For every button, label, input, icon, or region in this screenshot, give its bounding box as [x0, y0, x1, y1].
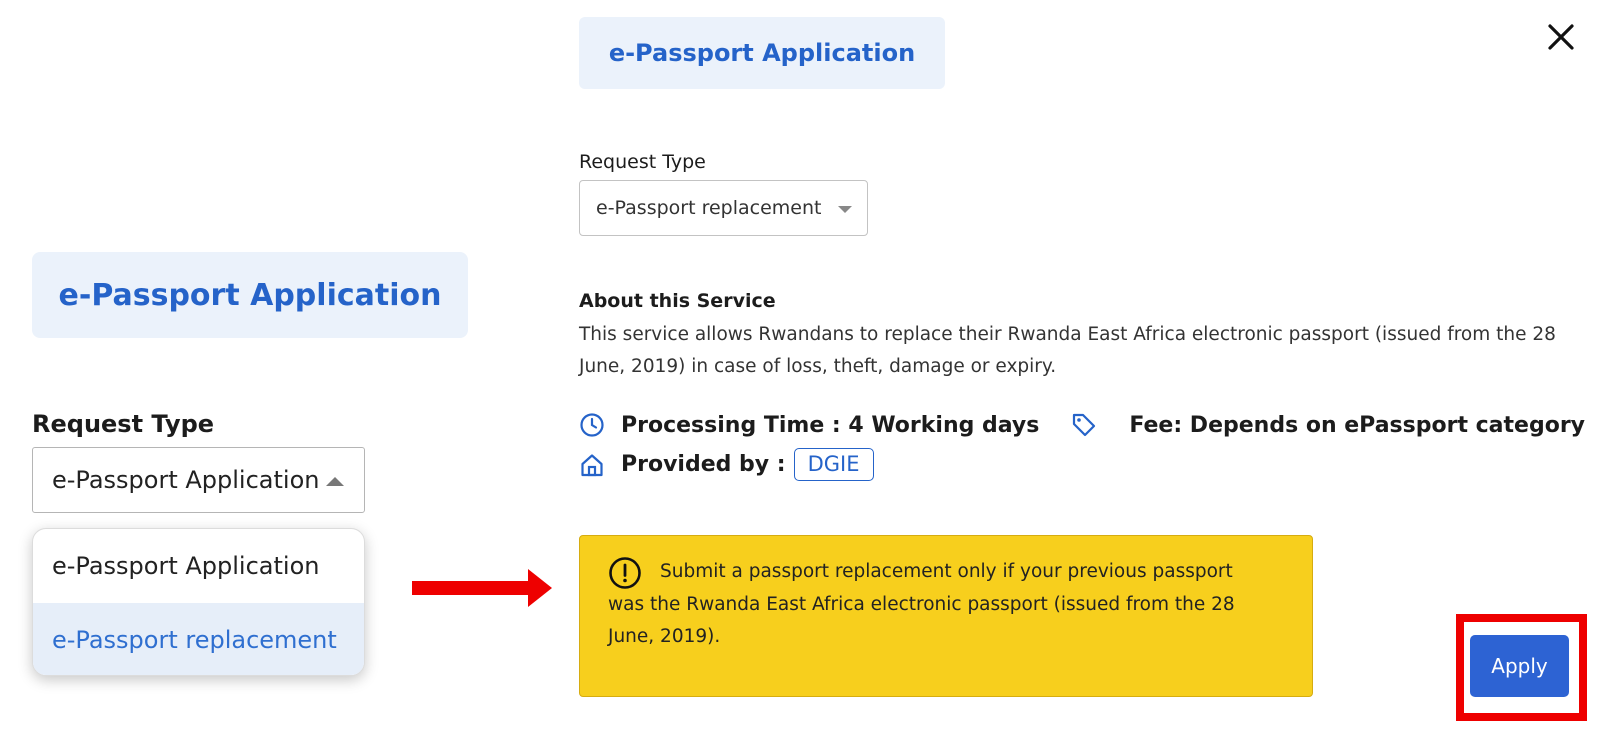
dropdown-option-application[interactable]: e-Passport Application [33, 529, 364, 603]
provider-badge[interactable]: DGIE [793, 448, 874, 481]
top-title-box[interactable]: e-Passport Application [579, 17, 945, 89]
chevron-down-icon [838, 206, 852, 213]
processing-row: Processing Time : 4 Working days Fee: De… [579, 412, 1585, 438]
fee-text: Fee: Depends on ePassport category [1129, 412, 1586, 438]
about-heading: About this Service [579, 290, 776, 312]
caret-up-icon [326, 477, 344, 486]
provider-row: Provided by : DGIE [579, 448, 874, 481]
clock-icon [579, 412, 605, 438]
apply-button[interactable]: Apply [1470, 635, 1569, 697]
home-icon [579, 452, 605, 478]
left-title-box: e-Passport Application [32, 252, 468, 338]
warning-alert: Submit a passport replacement only if yo… [579, 535, 1313, 697]
close-icon[interactable] [1546, 22, 1576, 52]
alert-message: Submit a passport replacement only if yo… [608, 561, 1235, 647]
processing-time: Processing Time : 4 Working days [621, 412, 1040, 438]
tag-icon [1071, 412, 1097, 438]
left-request-type-label: Request Type [32, 410, 215, 438]
about-text: This service allows Rwandans to replace … [579, 324, 1556, 377]
request-type-value: e-Passport replacement [596, 197, 822, 219]
request-type-label: Request Type [579, 151, 706, 173]
left-select-value: e-Passport Application [52, 466, 320, 494]
page-title: e-Passport Application [608, 39, 916, 67]
left-title: e-Passport Application [58, 277, 442, 313]
provided-by-label: Provided by : [621, 452, 786, 477]
request-type-select[interactable]: e-Passport replacement [579, 180, 868, 236]
arrow-right-icon [412, 569, 552, 607]
dropdown-option-replacement[interactable]: e-Passport replacement [33, 603, 364, 675]
left-request-type-select[interactable]: e-Passport Application [32, 447, 365, 513]
request-type-dropdown: e-Passport Application e-Passport replac… [32, 528, 365, 676]
fee-group: Fee: Depends on ePassport category [1071, 412, 1585, 438]
